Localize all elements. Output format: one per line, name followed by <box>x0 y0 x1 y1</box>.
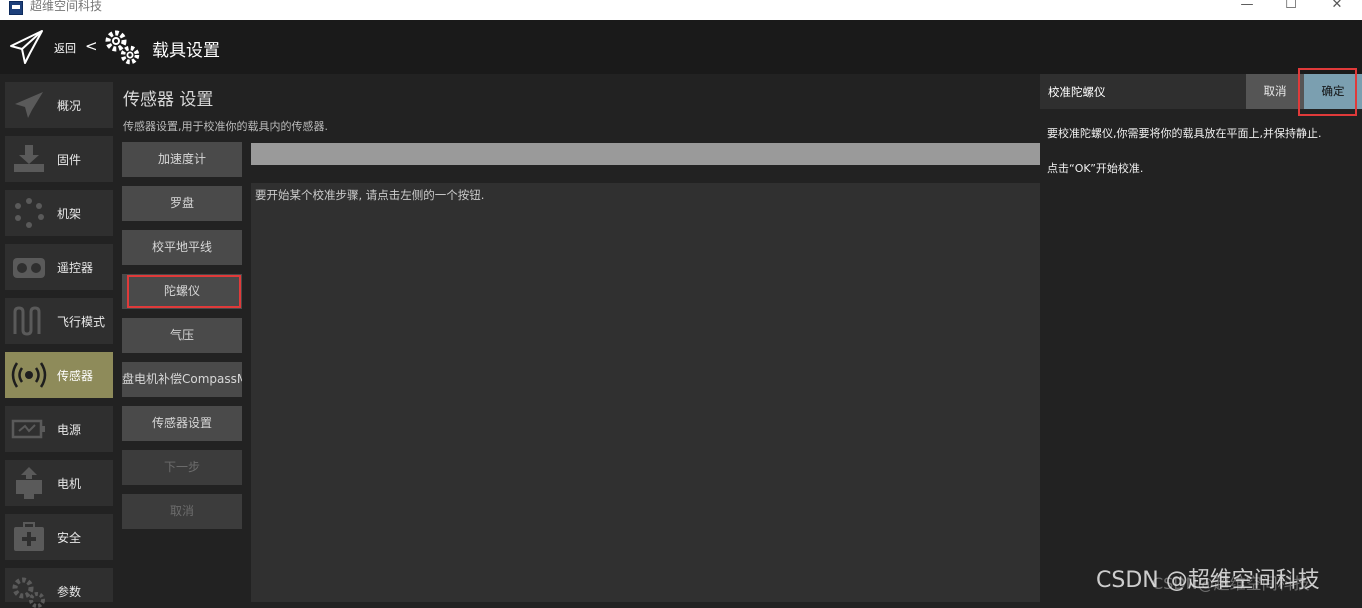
wave-icon <box>13 306 41 336</box>
highlight-box <box>1298 68 1357 116</box>
sidebar-item-label: 参数 <box>57 585 82 599</box>
dialog-start-hint: 点击“OK”开始校准. <box>1047 162 1144 175</box>
safety-kit-icon <box>14 522 44 551</box>
cancel-button[interactable]: 取消 <box>122 494 242 529</box>
app-header: 返回 < 载具设置 <box>0 20 1362 74</box>
sidebar-item-label: 概况 <box>57 99 82 113</box>
sidebar-item-label: 传感器 <box>57 369 94 383</box>
compass-button[interactable]: 罗盘 <box>122 186 242 221</box>
highlight-box <box>127 275 241 308</box>
sidebar-item-label: 电源 <box>57 423 82 437</box>
window-title: 超维空间科技 <box>30 0 103 13</box>
next-button[interactable]: 下一步 <box>122 450 242 485</box>
plane-icon <box>15 92 43 118</box>
calibration-dialog: 校准陀螺仪 取消 确定 要校准陀螺仪,你需要将你的载具放在平面上,并保持静止. … <box>1040 68 1362 602</box>
close-button[interactable]: ✕ <box>1314 0 1360 20</box>
calibration-progress-bar <box>251 143 1040 165</box>
chevron-left-icon: < <box>85 37 98 55</box>
dialog-title: 校准陀螺仪 <box>1048 85 1106 99</box>
section-title: 传感器 设置 <box>123 90 214 110</box>
battery-icon <box>11 419 45 439</box>
sidebar-item-safety[interactable]: 安全 <box>5 514 113 560</box>
sensor-icon <box>11 362 47 388</box>
sidebar-item-parameters[interactable]: 参数 <box>5 568 113 608</box>
sidebar-item-flight-modes[interactable]: 飞行模式 <box>5 298 113 344</box>
gears-icon <box>105 30 140 65</box>
sidebar-item-label: 遥控器 <box>57 261 94 275</box>
paper-plane-icon[interactable] <box>8 28 46 66</box>
remote-control-icon <box>13 258 45 278</box>
sidebar-item-label: 安全 <box>57 531 82 545</box>
dialog-cancel-button[interactable]: 取消 <box>1246 74 1304 109</box>
frame-icon <box>15 198 44 228</box>
section-description: 传感器设置,用于校准你的载具内的传感器. <box>123 120 328 133</box>
watermark: CSDN @超维空间科技 <box>1096 568 1320 593</box>
sidebar-item-power[interactable]: 电源 <box>5 406 113 452</box>
app-logo-icon <box>9 1 23 15</box>
dialog-instruction: 要校准陀螺仪,你需要将你的载具放在平面上,并保持静止. <box>1047 127 1322 140</box>
sidebar-item-summary[interactable]: 概况 <box>5 82 113 128</box>
sensor-settings-panel: 传感器 设置 传感器设置,用于校准你的载具内的传感器. 加速度计 罗盘 校平地平… <box>117 74 1040 602</box>
sidebar-item-motors[interactable]: 电机 <box>5 460 113 506</box>
maximize-button[interactable]: ☐ <box>1268 0 1314 20</box>
barometer-button[interactable]: 气压 <box>122 318 242 353</box>
vehicle-setup-sidebar: 概况 固件 机架 遥控器 飞行模式 传感器 电源 电机 安全 参数 <box>0 74 117 608</box>
minimize-button[interactable]: — <box>1224 0 1270 20</box>
motor-icon <box>16 467 42 499</box>
sidebar-item-label: 飞行模式 <box>57 315 106 329</box>
back-button[interactable]: 返回 <box>54 40 76 56</box>
sidebar-item-label: 电机 <box>57 477 82 491</box>
log-text: 要开始某个校准步骤, 请点击左侧的一个按钮. <box>255 188 485 202</box>
page-title: 载具设置 <box>152 41 220 61</box>
calibration-log-area: 要开始某个校准步骤, 请点击左侧的一个按钮. <box>251 183 1040 602</box>
accelerometer-button[interactable]: 加速度计 <box>122 142 242 177</box>
sidebar-item-sensors[interactable]: 传感器 <box>5 352 113 398</box>
level-horizon-button[interactable]: 校平地平线 <box>122 230 242 265</box>
sensor-settings-button[interactable]: 传感器设置 <box>122 406 242 441</box>
gears-icon <box>12 577 45 608</box>
download-icon <box>14 145 44 172</box>
compassmot-button[interactable]: 罗盘电机补偿CompassMot <box>122 362 242 397</box>
window-titlebar: 超维空间科技 — ☐ ✕ <box>0 0 1362 20</box>
sidebar-item-label: 机架 <box>57 207 82 221</box>
sidebar-item-label: 固件 <box>57 153 82 167</box>
sidebar-item-radio[interactable]: 遥控器 <box>5 244 113 290</box>
sidebar-item-firmware[interactable]: 固件 <box>5 136 113 182</box>
sidebar-item-airframe[interactable]: 机架 <box>5 190 113 236</box>
